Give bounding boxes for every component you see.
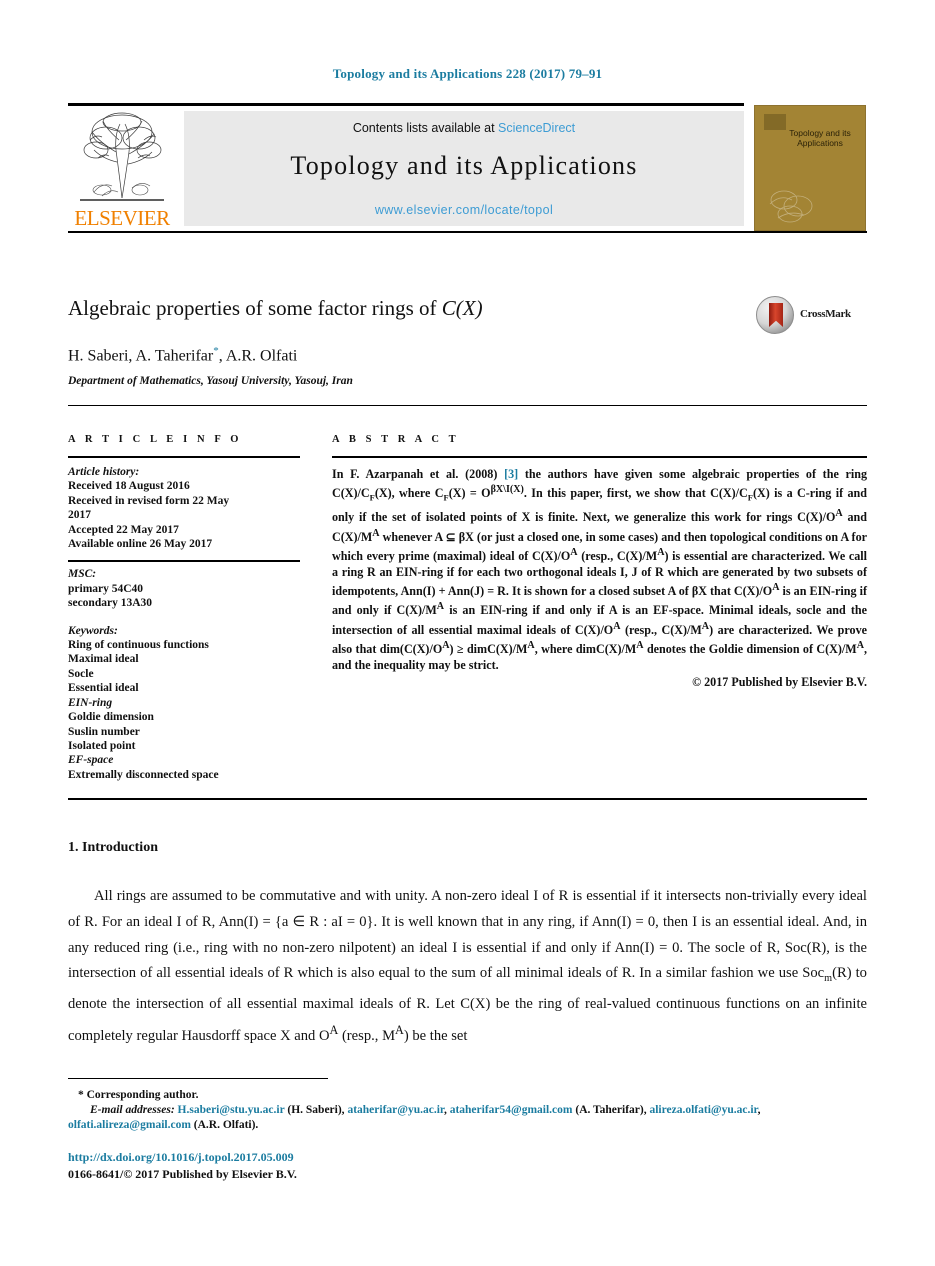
- title-text: Algebraic properties of some factor ring…: [68, 296, 442, 320]
- email-link-olfati-2[interactable]: olfati.alireza@gmail.com: [68, 1119, 191, 1131]
- history-line: Accepted 22 May 2017: [68, 523, 179, 536]
- keyword-item: Extremally disconnected space: [68, 768, 219, 781]
- article-history-block: Article history: Received 18 August 2016…: [68, 465, 300, 551]
- sciencedirect-link[interactable]: ScienceDirect: [498, 121, 575, 135]
- email-owner-saberi: (H. Saberi),: [287, 1104, 345, 1116]
- sciencedirect-panel: Contents lists available at ScienceDirec…: [184, 111, 744, 226]
- msc-block: MSC: primary 54C40 secondary 13A30: [68, 567, 300, 610]
- keyword-item: Maximal ideal: [68, 653, 139, 666]
- article-info-column: A R T I C L E I N F O Article history: R…: [68, 434, 300, 782]
- paper-page: Topology and its Applications 228 (2017)…: [0, 0, 935, 1266]
- keyword-item: Essential ideal: [68, 682, 139, 695]
- abstract-text: In F. Azarpanah et al. (2008) [3] the au…: [332, 467, 867, 673]
- history-line: 2017: [68, 509, 91, 522]
- keyword-item: EF-space: [68, 754, 114, 767]
- history-line: Available online 26 May 2017: [68, 538, 213, 551]
- keyword-item: Suslin number: [68, 725, 140, 738]
- email-comma-1: ,: [443, 1104, 447, 1116]
- email-link-taherifar-2[interactable]: ataherifar54@gmail.com: [450, 1104, 573, 1116]
- abstract-part1: In F. Azarpanah et al. (2008): [332, 467, 505, 481]
- msc-line: secondary 13A30: [68, 597, 153, 610]
- elsevier-logo: ELSEVIER: [68, 108, 176, 230]
- keywords-label: Keywords:: [68, 624, 118, 637]
- author-list: H. Saberi, A. Taherifar*, A.R. Olfati: [68, 345, 708, 365]
- info-gap: [68, 611, 300, 624]
- keyword-item: EIN-ring: [68, 696, 113, 709]
- page-title: Algebraic properties of some factor ring…: [68, 296, 688, 321]
- running-head: Topology and its Applications 228 (2017)…: [332, 66, 603, 81]
- email-owner-taherifar: (A. Taherifar),: [575, 1104, 647, 1116]
- article-history-label: Article history:: [68, 466, 140, 478]
- abstract-copyright: © 2017 Published by Elsevier B.V.: [692, 675, 867, 690]
- title-math: C(X): [441, 296, 483, 320]
- footnote-divider: [68, 1078, 328, 1079]
- keyword-item: Socle: [68, 667, 94, 680]
- crossmark-disc-icon: [756, 296, 794, 334]
- crossmark-ribbon-icon: [769, 303, 783, 327]
- elsevier-wordmark: ELSEVIER: [74, 206, 170, 230]
- issn-copyright-line: 0166-8641/© 2017 Published by Elsevier B…: [68, 1167, 297, 1181]
- journal-homepage-link[interactable]: www.elsevier.com/locate/topol: [184, 203, 744, 217]
- contents-prefix: Contents lists available at: [352, 121, 499, 135]
- abstract-part2: the authors have given some algebraic pr…: [332, 467, 868, 672]
- masthead-top-rule: [68, 103, 744, 106]
- footnote-block: * Corresponding author. E-mail addresses…: [68, 1088, 867, 1133]
- email-link-saberi[interactable]: H.saberi@stu.yu.ac.ir: [178, 1104, 285, 1116]
- abstract-rule: [332, 456, 867, 458]
- cover-artwork: [769, 190, 813, 223]
- email-addresses-line: E-mail addresses: H.saberi@stu.yu.ac.ir …: [68, 1103, 867, 1133]
- abstract-column: A B S T R A C T In F. Azarpanah et al. (…: [332, 434, 867, 690]
- authors-main: H. Saberi, A. Taherifar: [68, 347, 214, 365]
- introduction-paragraph: All rings are assumed to be commutative …: [68, 888, 867, 1044]
- article-info-rule: [68, 456, 300, 458]
- abstract-heading: A B S T R A C T: [332, 434, 460, 445]
- author-affiliation: Department of Mathematics, Yasouj Univer…: [68, 375, 353, 387]
- crossmark-label: CrossMark: [800, 308, 851, 320]
- history-line: Received 18 August 2016: [68, 480, 190, 493]
- contents-lists-line: Contents lists available at ScienceDirec…: [184, 121, 744, 135]
- doi-link[interactable]: http://dx.doi.org/10.1016/j.topol.2017.0…: [68, 1150, 294, 1165]
- keyword-item: Ring of continuous functions: [68, 639, 209, 652]
- authors-tail: , A.R. Olfati: [218, 347, 298, 365]
- email-owner-olfati: (A.R. Olfati).: [193, 1119, 259, 1131]
- msc-label: MSC:: [68, 568, 97, 581]
- journal-title: Topology and its Applications: [290, 151, 638, 180]
- journal-masthead: ELSEVIER Contents lists available at Sci…: [68, 103, 867, 234]
- keywords-block: Keywords: Ring of continuous functions M…: [68, 624, 300, 782]
- keyword-item: Goldie dimension: [68, 711, 154, 724]
- section-heading-introduction: 1. Introduction: [68, 840, 158, 855]
- keyword-item: Isolated point: [68, 739, 136, 752]
- article-info-heading: A R T I C L E I N F O: [68, 434, 243, 445]
- email-comma-2: ,: [757, 1104, 761, 1116]
- email-link-olfati-1[interactable]: alireza.olfati@yu.ac.ir: [649, 1104, 757, 1116]
- corresponding-author-note: * Corresponding author.: [78, 1089, 199, 1101]
- history-line: Received in revised form 22 May: [68, 494, 230, 507]
- msc-line: primary 54C40: [68, 582, 144, 595]
- header-divider: [68, 405, 867, 406]
- reference-link[interactable]: [3]: [504, 467, 518, 481]
- abstract-bottom-divider: [68, 798, 867, 800]
- cover-journal-title: Topology and its Applications: [789, 128, 851, 148]
- elsevier-tree-icon: [80, 112, 164, 201]
- crossmark-badge[interactable]: CrossMark: [756, 296, 856, 336]
- email-label: E-mail addresses:: [90, 1104, 175, 1116]
- email-link-taherifar-1[interactable]: ataherifar@yu.ac.ir: [347, 1104, 444, 1116]
- info-separator: [68, 560, 300, 563]
- masthead-bottom-rule: [68, 231, 867, 233]
- journal-cover-thumbnail: Topology and its Applications: [754, 105, 866, 231]
